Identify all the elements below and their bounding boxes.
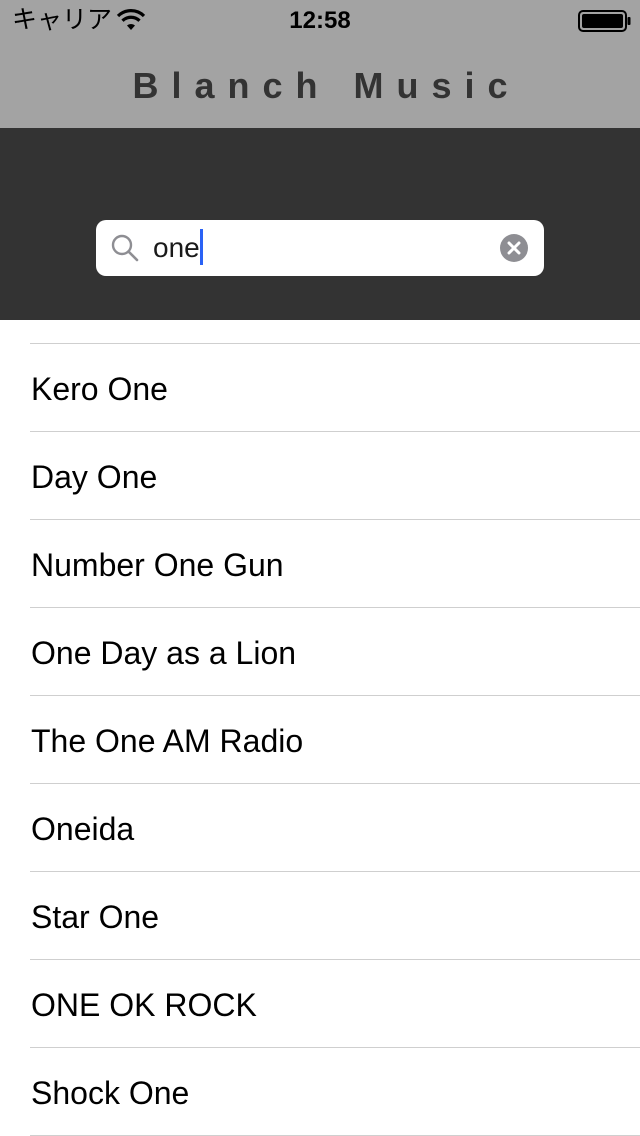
status-time: 12:58 [289,7,351,34]
battery-icon [578,10,631,32]
list-item[interactable]: ONE OK ROCK [0,960,640,1048]
list-item-label: Star One [31,899,160,935]
app-title: Blanch Music [132,65,521,106]
clear-icon[interactable] [500,234,528,262]
search-field[interactable]: one [96,220,544,276]
list-item[interactable]: Number One Gun [0,520,640,608]
list-item-label: Day One [31,459,158,495]
results-list: Kero One Day One Number One Gun One Day as … [0,344,640,1136]
list-item-label: Number One Gun [31,547,284,583]
list-item[interactable]: One Day as a Lion [0,608,640,696]
app-header: キャリア 12:58 Blanch Music [0,0,640,128]
results-list-container[interactable]: Kero One Day One Number One Gun One Day as … [0,320,640,1136]
list-item[interactable]: Shock One [0,1048,640,1136]
list-item-label: Oneida [31,811,135,847]
list-item[interactable]: Star One [0,872,640,960]
list-item-label: Kero One [31,371,168,407]
list-item-label: Shock One [31,1075,190,1111]
search-input-text: one [153,232,200,263]
list-item-label: ONE OK ROCK [31,987,257,1023]
search-input[interactable]: one [153,229,203,267]
search-icon [111,234,139,262]
list-item[interactable]: Oneida [0,784,640,872]
status-bar: キャリア 12:58 [0,0,640,40]
list-item[interactable]: Kero One [0,344,640,432]
list-item[interactable]: The One AM Radio [0,696,640,784]
list-item[interactable]: Day One [0,432,640,520]
search-area: one [0,128,640,320]
text-cursor [199,229,203,265]
list-item-label: One Day as a Lion [31,635,297,671]
list-item-label: The One AM Radio [31,723,304,759]
